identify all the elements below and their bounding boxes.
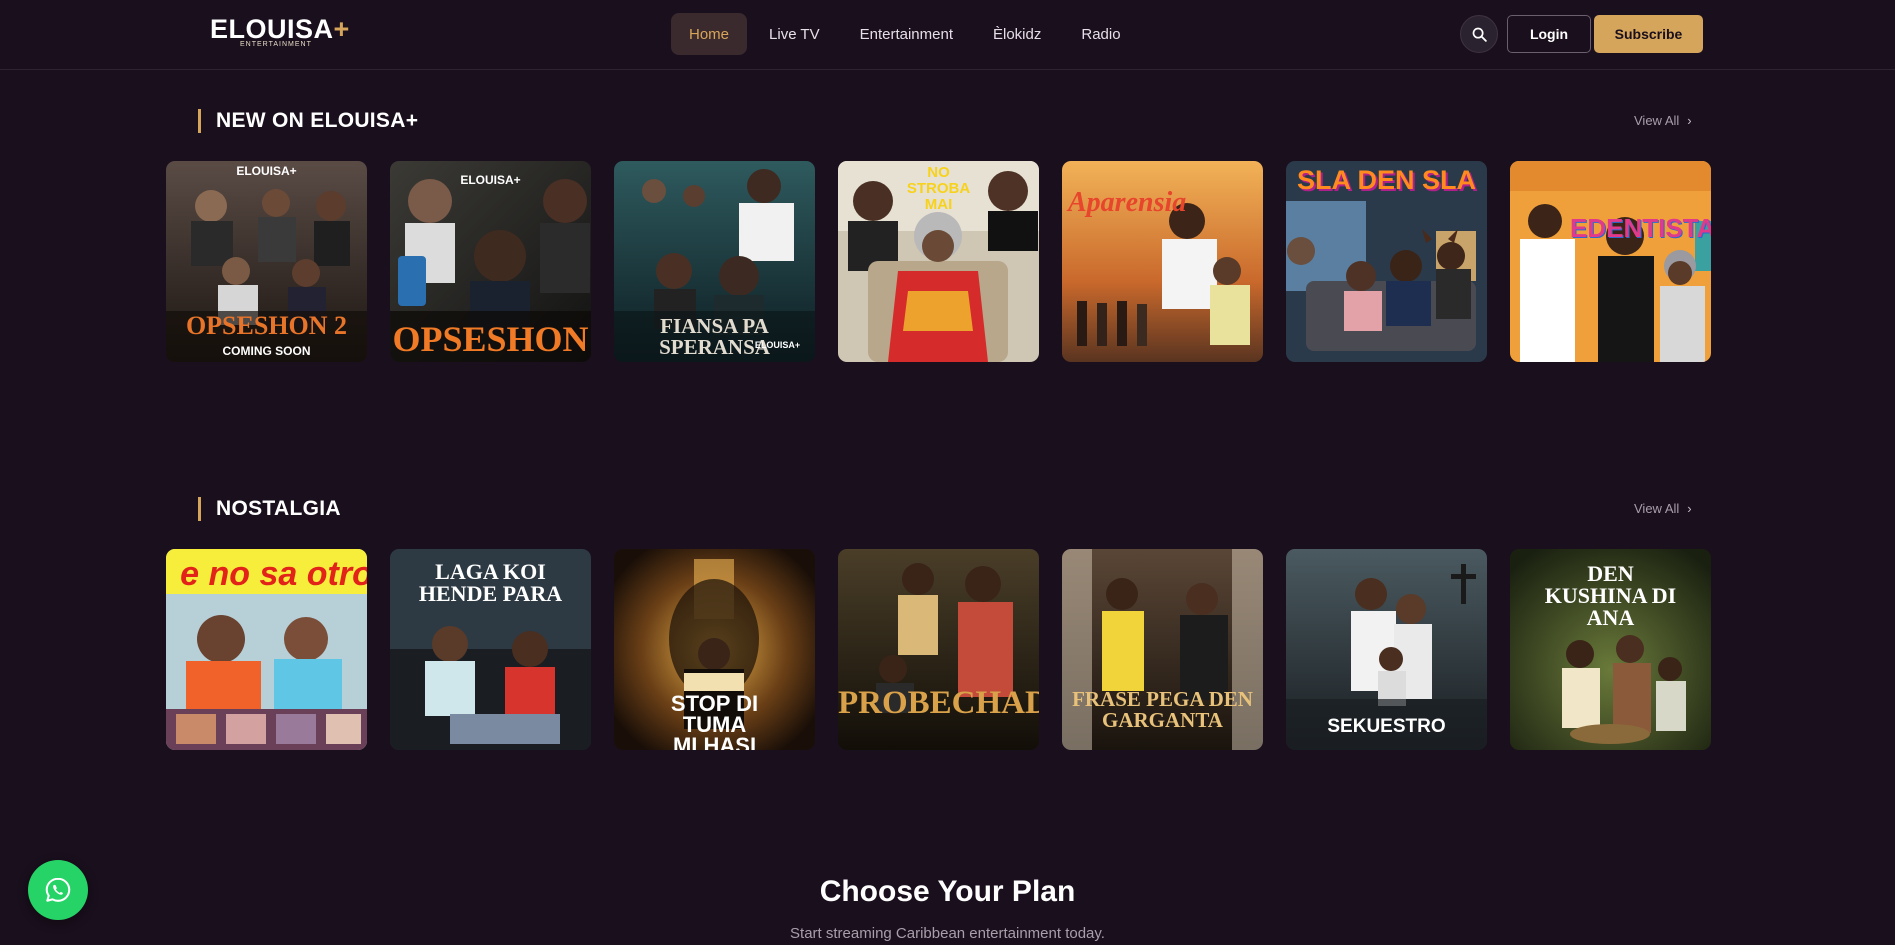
poster-card[interactable]: e no sa otro: [166, 549, 367, 750]
chevron-right-icon: ›: [1687, 113, 1692, 128]
poster-card[interactable]: STOP DI TUMA MI HASI: [614, 549, 815, 750]
brand-name: ELOUISA+: [210, 14, 350, 44]
poster-card[interactable]: ELOUISA+ OPSESHON 2 COMING SOON: [166, 161, 367, 362]
poster-title: NO STROBA MAI: [906, 164, 971, 213]
poster-title: PROBECHADOR: [838, 685, 1039, 721]
brand-logo[interactable]: ELOUISA+ ENTERTAINMENT: [210, 15, 350, 51]
poster-card[interactable]: SLA DEN SLA: [1286, 161, 1487, 362]
poster-card[interactable]: FRASE PEGA DEN GARGANTA: [1062, 549, 1263, 750]
poster-card[interactable]: LAGA KOI HENDE PARA: [390, 549, 591, 750]
poster-card[interactable]: SEKUESTRO: [1286, 549, 1487, 750]
poster-title: EDENTISTA: [1570, 213, 1711, 243]
poster-badge: ELOUISA+: [460, 173, 521, 187]
view-all-label: View All: [1634, 501, 1680, 516]
poster-title: Aparensia: [1068, 187, 1187, 218]
poster-badge: ELOUISA+: [236, 164, 297, 178]
subscribe-button[interactable]: Subscribe: [1594, 15, 1703, 53]
nav-elokidz[interactable]: Èlokidz: [975, 13, 1059, 55]
poster-title: e no sa otro: [180, 555, 367, 593]
search-button[interactable]: [1460, 15, 1498, 53]
nav-live-tv[interactable]: Live TV: [751, 13, 838, 55]
poster-card[interactable]: EDENTISTA: [1510, 161, 1711, 362]
brand-tagline: ENTERTAINMENT: [240, 41, 312, 48]
poster-title: LAGA KOI HENDE PARA: [418, 559, 563, 606]
top-header: ELOUISA+ ENTERTAINMENT Home Live TV Ente…: [0, 0, 1895, 70]
poster-title: SLA DEN SLA: [1296, 165, 1476, 195]
poster-title: OPSESHON 2: [185, 311, 348, 340]
poster-subtitle: COMING SOON: [222, 344, 311, 358]
poster-title: FRASE PEGA DEN GARGANTA: [1072, 687, 1253, 732]
chevron-right-icon: ›: [1687, 501, 1692, 516]
whatsapp-button[interactable]: [28, 860, 88, 920]
poster-art: [1510, 161, 1711, 362]
poster-card[interactable]: FIANSA PA SPERANSA ELOUISA+: [614, 161, 815, 362]
nav-home[interactable]: Home: [671, 13, 748, 55]
main-nav: Home Live TV Entertainment Èlokidz Radio: [671, 13, 1143, 55]
nav-radio[interactable]: Radio: [1063, 13, 1138, 55]
poster-title: STOP DI TUMA MI HASI: [670, 691, 759, 750]
poster-card[interactable]: DEN KUSHINA DI ANA: [1510, 549, 1711, 750]
plan-title: Choose Your Plan: [819, 875, 1076, 908]
view-all-link[interactable]: View All ›: [1634, 501, 1692, 516]
poster-badge: ELOUISA+: [754, 340, 801, 350]
poster-card[interactable]: PROBECHADOR: [838, 549, 1039, 750]
poster-card[interactable]: ELOUISA+ OPSESHON: [390, 161, 591, 362]
view-all-link[interactable]: View All ›: [1634, 113, 1692, 128]
section-title: NOSTALGIA: [198, 497, 341, 521]
poster-card[interactable]: NO STROBA MAI: [838, 161, 1039, 362]
poster-title: DEN KUSHINA DI ANA: [1544, 561, 1677, 630]
login-button[interactable]: Login: [1507, 15, 1591, 53]
nav-entertainment[interactable]: Entertainment: [842, 13, 971, 55]
plan-subtitle: Start streaming Caribbean entertainment …: [790, 925, 1105, 942]
poster-title: SEKUESTRO: [1327, 716, 1446, 737]
poster-card[interactable]: Aparensia: [1062, 161, 1263, 362]
search-icon: [1472, 27, 1487, 42]
poster-title: OPSESHON: [392, 319, 589, 359]
section-title: NEW ON ELOUISA+: [198, 109, 418, 133]
whatsapp-icon: [45, 877, 71, 902]
poster-title: FIANSA PA SPERANSA: [659, 314, 770, 359]
view-all-label: View All: [1634, 113, 1680, 128]
